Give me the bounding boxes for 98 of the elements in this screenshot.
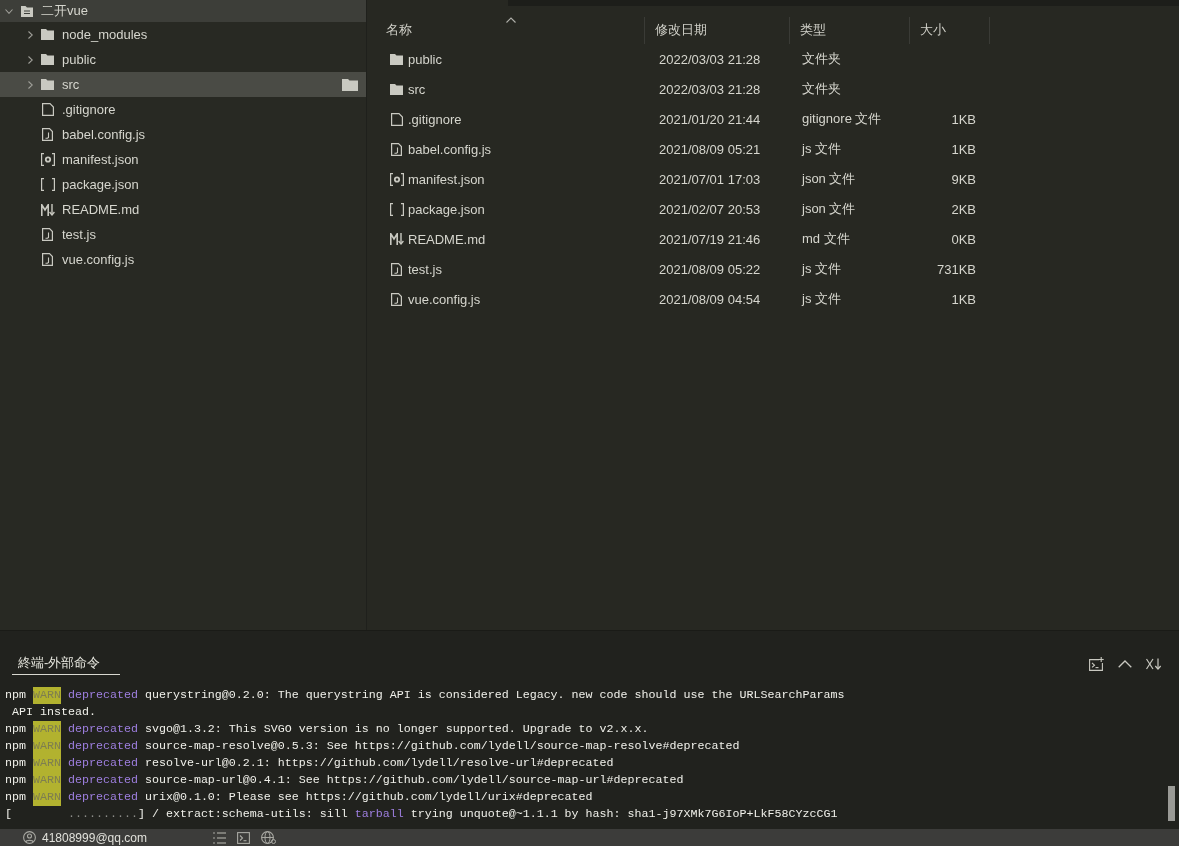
tree-item[interactable]: vue.config.js xyxy=(0,247,366,272)
user-icon[interactable] xyxy=(23,831,36,844)
project-folder-icon xyxy=(21,5,33,17)
script-file-icon xyxy=(391,292,402,306)
modified-date: 2021/07/19 21:46 xyxy=(658,231,761,247)
chevron-down-icon[interactable] xyxy=(5,8,13,14)
terminal-icon[interactable] xyxy=(236,831,250,844)
file-icon xyxy=(41,103,54,116)
tree-item[interactable]: .gitignore xyxy=(0,97,366,122)
tree-item-label: public xyxy=(62,52,96,67)
brackets-icon xyxy=(40,178,55,191)
file-name[interactable]: .gitignore xyxy=(408,111,462,127)
script-file-icon xyxy=(42,128,53,141)
file-type: js 文件 xyxy=(800,290,841,308)
tree-item-label: README.md xyxy=(62,202,140,217)
script-file-icon xyxy=(391,142,402,156)
file-name[interactable]: src xyxy=(408,81,426,97)
file-name[interactable]: manifest.json xyxy=(408,171,485,187)
file-icon xyxy=(390,112,403,126)
file-name[interactable]: README.md xyxy=(408,231,486,247)
markdown-icon xyxy=(389,233,404,245)
terminal-plus-icon[interactable] xyxy=(1089,657,1104,671)
terminal-tab[interactable]: 終端-外部命令 xyxy=(12,653,121,675)
close-arrow-icon[interactable] xyxy=(1146,658,1162,670)
file-size: 2KB xyxy=(951,201,977,217)
modified-date: 2021/07/01 17:03 xyxy=(658,171,761,187)
tree-item[interactable]: babel.config.js xyxy=(0,122,366,147)
account-name[interactable]: 41808999@qq.com xyxy=(42,830,147,845)
file-size: 0KB xyxy=(951,231,977,247)
modified-date: 2021/08/09 05:22 xyxy=(658,261,761,277)
tree-item-label: babel.config.js xyxy=(62,127,146,142)
list-icon[interactable] xyxy=(212,831,226,844)
modified-date: 2021/01/20 21:44 xyxy=(658,111,761,127)
modified-date: 2022/03/03 21:28 xyxy=(658,51,761,67)
terminal-line: [ ..........] / extract:schema-utils: sill tarball trying unquote@~1.1.1 by hash: sha1-j97XMk7G6IoP+LkF58CYzcCG1 xyxy=(5,806,839,823)
gear-file-icon xyxy=(40,153,55,166)
file-size: 1KB xyxy=(951,111,977,127)
modified-date: 2021/02/07 20:53 xyxy=(658,201,761,217)
tree-item-label: .gitignore xyxy=(62,102,116,117)
folder-icon[interactable] xyxy=(342,78,358,91)
modified-date: 2021/08/09 04:54 xyxy=(658,291,761,307)
scrollbar-thumb[interactable] xyxy=(1168,786,1175,821)
brackets-icon xyxy=(389,202,404,216)
tree-item-label: vue.config.js xyxy=(62,252,135,267)
file-size: 9KB xyxy=(951,171,977,187)
chevron-right-icon[interactable] xyxy=(27,30,33,39)
column-header[interactable]: 修改日期 xyxy=(645,17,790,44)
tree-item[interactable]: src xyxy=(0,72,366,97)
tree-item[interactable]: test.js xyxy=(0,222,366,247)
folder-icon xyxy=(41,54,54,65)
file-size: 1KB xyxy=(951,291,977,307)
file-size: 731KB xyxy=(936,261,977,277)
file-type: 文件夹 xyxy=(801,80,841,98)
chevron-right-icon[interactable] xyxy=(27,55,33,64)
tree-item-label: node_modules xyxy=(62,27,148,42)
tree-item-label: package.json xyxy=(62,177,139,192)
column-header[interactable]: 名称 xyxy=(378,17,645,44)
file-type: md 文件 xyxy=(801,230,850,248)
script-file-icon xyxy=(391,262,402,276)
file-name[interactable]: test.js xyxy=(408,261,442,277)
column-header[interactable]: 类型 xyxy=(790,17,910,44)
file-type: json 文件 xyxy=(800,200,856,218)
tree-item[interactable]: public xyxy=(0,47,366,72)
file-type: js 文件 xyxy=(800,260,841,278)
project-name: 二开vue xyxy=(41,2,88,20)
file-name[interactable]: vue.config.js xyxy=(408,291,481,307)
file-name[interactable]: package.json xyxy=(408,201,485,217)
tree-item[interactable]: README.md xyxy=(0,197,366,222)
file-type: gitignore 文件 xyxy=(801,110,882,128)
gear-file-icon xyxy=(389,172,404,186)
globe-icon[interactable] xyxy=(260,831,276,844)
chevron-up-icon[interactable] xyxy=(1118,660,1132,668)
folder-icon xyxy=(41,79,54,90)
tree-item-label: manifest.json xyxy=(62,152,139,167)
file-type: 文件夹 xyxy=(801,50,841,68)
file-type: json 文件 xyxy=(800,170,856,188)
file-name[interactable]: babel.config.js xyxy=(408,141,492,157)
file-name[interactable]: public xyxy=(408,51,442,67)
tree-item[interactable]: package.json xyxy=(0,172,366,197)
modified-date: 2021/08/09 05:21 xyxy=(658,141,761,157)
tree-item-label: src xyxy=(62,77,80,92)
script-file-icon xyxy=(42,253,53,266)
terminal-line: API instead. xyxy=(11,704,97,721)
markdown-icon xyxy=(40,203,55,216)
tree-root[interactable]: 二开vue xyxy=(0,0,366,22)
folder-icon xyxy=(390,53,403,65)
tree-item[interactable]: manifest.json xyxy=(0,147,366,172)
folder-icon xyxy=(390,83,403,95)
tree-item-label: test.js xyxy=(62,227,96,242)
script-file-icon xyxy=(42,228,53,241)
column-header[interactable]: 大小 xyxy=(910,17,990,44)
tree-item[interactable]: node_modules xyxy=(0,22,366,47)
modified-date: 2022/03/03 21:28 xyxy=(658,81,761,97)
sort-caret-icon xyxy=(506,17,516,23)
file-size: 1KB xyxy=(951,141,977,157)
file-type: js 文件 xyxy=(800,140,841,158)
folder-icon xyxy=(41,29,54,40)
chevron-right-icon[interactable] xyxy=(27,80,33,89)
